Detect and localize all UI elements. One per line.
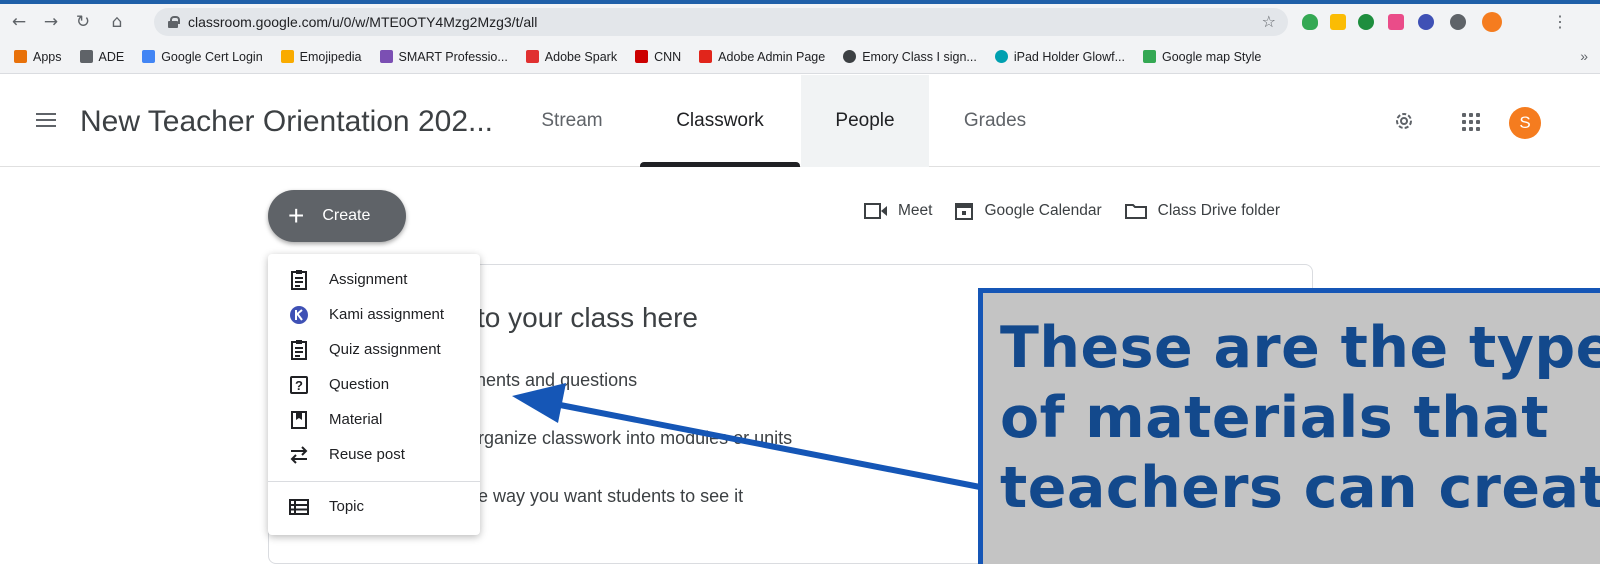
screenshot-frame: ← → ↻ ⌂ classroom.google.com/u/0/w/MTE0O… [0, 0, 1600, 564]
annotation-arrow [512, 383, 981, 490]
